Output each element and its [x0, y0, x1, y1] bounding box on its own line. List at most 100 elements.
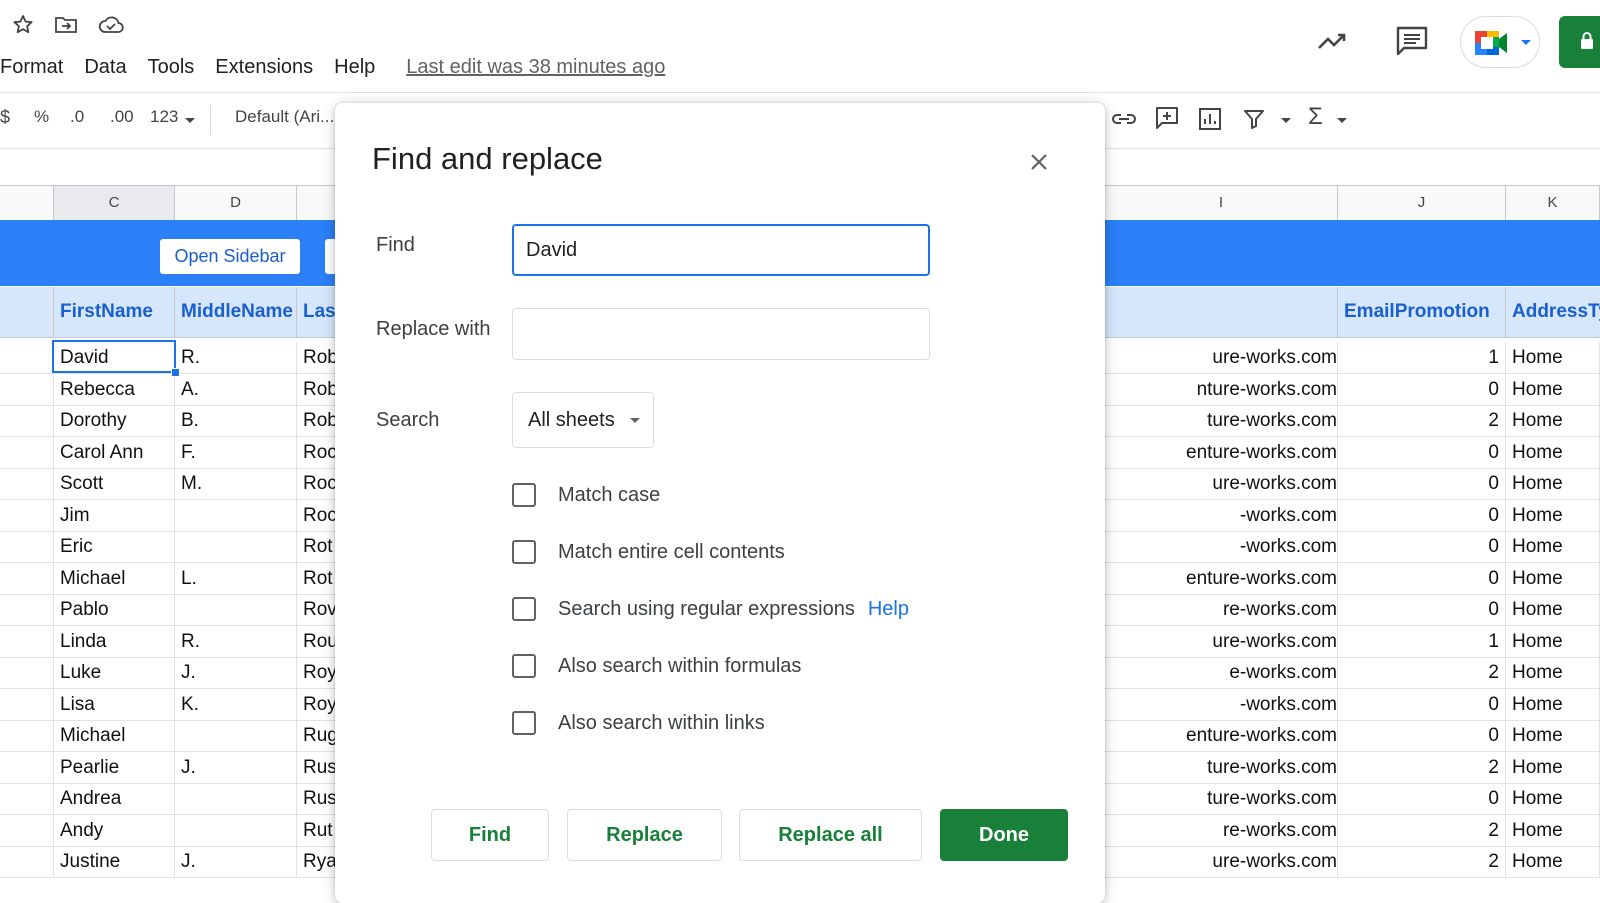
column-header-e[interactable] [297, 186, 337, 220]
match-entire-cell-checkbox[interactable] [512, 540, 536, 564]
increase-decimal-button[interactable]: .00 [110, 107, 134, 127]
cell-email[interactable]: -works.com [1105, 688, 1338, 720]
cell-email[interactable]: re-works.com [1105, 594, 1338, 625]
cell-firstname[interactable]: Rebecca [54, 373, 175, 405]
header-cell-emailpromotion[interactable]: EmailPromotion [1338, 287, 1506, 337]
cell-lastname[interactable]: Roc [297, 436, 337, 468]
insert-chart-icon[interactable] [1197, 106, 1223, 132]
cell-email[interactable]: ure-works.com [1105, 846, 1338, 877]
functions-icon[interactable]: Σ [1308, 103, 1323, 131]
header-cell-addresstype[interactable]: AddressTy [1506, 287, 1600, 337]
option-links[interactable]: Also search within links [512, 708, 765, 738]
cell-lastname[interactable]: Roy [297, 657, 337, 688]
last-edit-link[interactable]: Last edit was 38 minutes ago [406, 56, 665, 79]
cell-email[interactable]: ure-works.com [1105, 468, 1338, 499]
cell-emailpromotion[interactable]: 0 [1338, 373, 1506, 405]
cell-firstname[interactable]: Michael [54, 720, 175, 751]
cell-lastname[interactable]: Rob [297, 342, 337, 373]
cell-email[interactable]: e-works.com [1105, 657, 1338, 688]
cell-middlename[interactable] [175, 499, 297, 531]
cell-email[interactable]: -works.com [1105, 531, 1338, 562]
column-header-i[interactable]: I [1105, 186, 1338, 220]
font-family-select[interactable]: Default (Ari... [235, 107, 334, 127]
cell-lastname[interactable]: Rob [297, 373, 337, 405]
cell-email[interactable]: enture-works.com [1105, 720, 1338, 751]
cell-emailpromotion[interactable]: 0 [1338, 531, 1506, 562]
open-sidebar-button[interactable]: Open Sidebar [160, 239, 300, 274]
decrease-decimal-button[interactable]: .0 [70, 107, 84, 127]
close-icon[interactable] [1024, 147, 1054, 177]
cell-addresstype[interactable]: Home [1506, 531, 1600, 562]
cell-emailpromotion[interactable]: 1 [1338, 342, 1506, 373]
formulas-checkbox[interactable] [512, 654, 536, 678]
cell-addresstype[interactable]: Home [1506, 594, 1600, 625]
cell-emailpromotion[interactable]: 0 [1338, 688, 1506, 720]
star-icon[interactable] [8, 10, 38, 40]
find-input[interactable]: David [512, 224, 930, 276]
option-regex[interactable]: Search using regular expressions Help [512, 594, 909, 624]
cell-firstname[interactable]: Eric [54, 531, 175, 562]
cell-email[interactable]: ture-works.com [1105, 405, 1338, 436]
cell-lastname[interactable]: Rus [297, 751, 337, 783]
cell-email[interactable]: ure-works.com [1105, 625, 1338, 657]
match-case-checkbox[interactable] [512, 483, 536, 507]
menu-help[interactable]: Help [334, 56, 375, 79]
menu-format[interactable]: Format [0, 56, 63, 79]
cell-emailpromotion[interactable]: 2 [1338, 405, 1506, 436]
cell-addresstype[interactable]: Home [1506, 751, 1600, 783]
cell-lastname[interactable]: Rya [297, 846, 337, 877]
cell-firstname[interactable]: Scott [54, 468, 175, 499]
cell-email[interactable]: ture-works.com [1105, 751, 1338, 783]
cell-addresstype[interactable]: Home [1506, 814, 1600, 846]
cell-lastname[interactable]: Rov [297, 594, 337, 625]
cell-firstname[interactable]: Pearlie [54, 751, 175, 783]
cell-middlename[interactable]: K. [175, 688, 297, 720]
menu-tools[interactable]: Tools [148, 56, 195, 79]
cell-middlename[interactable] [175, 814, 297, 846]
option-match-entire-cell[interactable]: Match entire cell contents [512, 537, 785, 567]
find-button[interactable]: Find [431, 809, 549, 861]
cell-emailpromotion[interactable]: 2 [1338, 814, 1506, 846]
cell-middlename[interactable]: B. [175, 405, 297, 436]
cell-emailpromotion[interactable]: 0 [1338, 783, 1506, 814]
percent-format-button[interactable]: % [34, 107, 49, 127]
cell-emailpromotion[interactable]: 1 [1338, 625, 1506, 657]
replace-button[interactable]: Replace [567, 809, 722, 861]
cell-middlename[interactable]: R. [175, 342, 297, 373]
cell-middlename[interactable]: R. [175, 625, 297, 657]
cell-email[interactable]: enture-works.com [1105, 562, 1338, 594]
activity-trend-icon[interactable] [1316, 26, 1350, 56]
regex-checkbox[interactable] [512, 597, 536, 621]
filter-caret-icon[interactable] [1281, 118, 1291, 123]
search-scope-select[interactable]: All sheets [512, 392, 654, 448]
cell-middlename[interactable]: F. [175, 436, 297, 468]
cell-email[interactable]: re-works.com [1105, 814, 1338, 846]
column-header-k[interactable]: K [1506, 186, 1600, 220]
cell-emailpromotion[interactable]: 2 [1338, 751, 1506, 783]
cell-firstname[interactable]: Andy [54, 814, 175, 846]
option-match-case[interactable]: Match case [512, 480, 660, 510]
cell-email[interactable]: -works.com [1105, 499, 1338, 531]
comments-icon[interactable] [1394, 24, 1430, 58]
cell-firstname[interactable]: Michael [54, 562, 175, 594]
header-cell-email[interactable] [1105, 287, 1338, 337]
header-cell-firstname[interactable]: FirstName [54, 287, 175, 337]
cell-emailpromotion[interactable]: 0 [1338, 594, 1506, 625]
cell-firstname[interactable]: Luke [54, 657, 175, 688]
column-header-d[interactable]: D [175, 186, 297, 220]
option-formulas[interactable]: Also search within formulas [512, 651, 801, 681]
cell-addresstype[interactable]: Home [1506, 625, 1600, 657]
cell-middlename[interactable]: J. [175, 751, 297, 783]
cell-emailpromotion[interactable]: 0 [1338, 499, 1506, 531]
share-button[interactable] [1559, 16, 1600, 68]
replace-all-button[interactable]: Replace all [739, 809, 922, 861]
cell-email[interactable]: ure-works.com [1105, 342, 1338, 373]
cell-emailpromotion[interactable]: 2 [1338, 657, 1506, 688]
cell-lastname[interactable]: Roc [297, 468, 337, 499]
cell-lastname[interactable]: Rou [297, 625, 337, 657]
cell-addresstype[interactable]: Home [1506, 562, 1600, 594]
cell-lastname[interactable]: Rob [297, 405, 337, 436]
cell-lastname[interactable]: Roy [297, 688, 337, 720]
header-cell-lastname[interactable]: Las [297, 287, 337, 337]
cell-firstname[interactable]: Lisa [54, 688, 175, 720]
